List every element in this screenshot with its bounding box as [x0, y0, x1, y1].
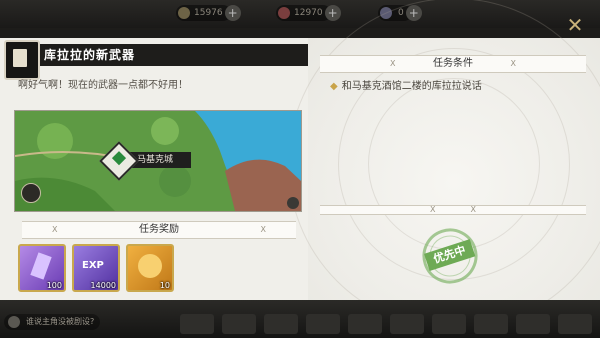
- resource-value-2: 12970: [294, 8, 323, 18]
- conditions-footer-divider: X X: [320, 205, 586, 215]
- reward-item-3[interactable]: 10: [126, 244, 174, 292]
- add-resource-2-button[interactable]: +: [324, 5, 341, 21]
- nav-tab-3[interactable]: [264, 314, 298, 334]
- exp-crystal-icon: EXP: [82, 260, 104, 271]
- add-resource-1-button[interactable]: +: [224, 5, 241, 21]
- resource-counter-1: 15976 +: [176, 5, 241, 21]
- nav-tab-10[interactable]: [558, 314, 592, 334]
- quest-map[interactable]: 马基克城: [14, 110, 302, 212]
- reward-item-1[interactable]: 100: [18, 244, 66, 292]
- rewards-header-label: 任务奖励: [139, 224, 179, 235]
- nav-tab-5[interactable]: [348, 314, 382, 334]
- nav-tab-4[interactable]: [306, 314, 340, 334]
- diamond-bullet-icon: ◆: [330, 81, 338, 92]
- gem-icon: [278, 7, 290, 19]
- resource-value-1: 15976: [194, 8, 223, 18]
- nav-tab-1[interactable]: [180, 314, 214, 334]
- purple-crystal-icon: [30, 252, 52, 280]
- condition-text: 和马基克酒馆二楼的库拉拉说话: [341, 81, 482, 92]
- quest-description: 啊好气啊！现在的武器一点都不好用！: [18, 80, 188, 91]
- nav-tab-2[interactable]: [222, 314, 256, 334]
- reward-qty-3: 10: [159, 281, 170, 290]
- conditions-header: X 任务条件 X: [320, 55, 586, 73]
- nav-tab-7[interactable]: [432, 314, 466, 334]
- gold-token-icon: [138, 254, 162, 278]
- rewards-header: X 任务奖励 X: [22, 221, 296, 239]
- chat-text: 谁说主角没被剧设?: [26, 317, 95, 326]
- condition-item: ◆ 和马基克酒馆二楼的库拉拉说话: [330, 77, 482, 92]
- nav-tab-6[interactable]: [390, 314, 424, 334]
- reward-qty-1: 100: [46, 281, 62, 290]
- nav-tab-9[interactable]: [516, 314, 550, 334]
- close-button[interactable]: ✕: [564, 14, 586, 36]
- nav-tab-8[interactable]: [474, 314, 508, 334]
- quest-title: 库拉拉的新武器: [44, 48, 136, 62]
- reward-item-2[interactable]: EXP 14000: [72, 244, 120, 292]
- reward-qty-2: 14000: [90, 281, 116, 290]
- chat-box[interactable]: 谁说主角没被剧设?: [4, 314, 101, 330]
- map-emblem-icon: [21, 183, 41, 203]
- resource-counter-2: 12970 +: [276, 5, 341, 21]
- map-gear-icon: [287, 197, 299, 209]
- conditions-header-label: 任务条件: [433, 58, 473, 69]
- quest-book-icon: [4, 40, 40, 80]
- coin-icon: [178, 7, 190, 19]
- chat-bubble-icon: [8, 316, 20, 328]
